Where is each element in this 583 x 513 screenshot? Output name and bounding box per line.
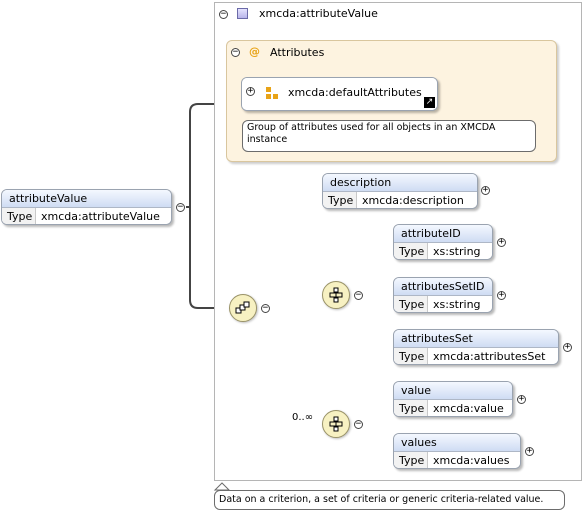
element-annotation: Data on a criterion, a set of criteria o… (214, 490, 565, 510)
attribute-group-annotation: Group of attributes used for all objects… (242, 120, 536, 152)
occurrence-label: 0..∞ (292, 412, 314, 423)
sequence-icon (329, 287, 343, 303)
sequence-icon (235, 301, 250, 314)
type-label: Type (394, 243, 428, 259)
type-value: xmcda:description (362, 194, 464, 207)
type-value: xmcda:attributeValue (41, 210, 160, 223)
child-element-node[interactable]: attributeID Type xs:string (393, 224, 493, 260)
child-element-name: attributeID (394, 225, 492, 243)
child-element-node[interactable]: attributesSetID Type xs:string (393, 277, 493, 313)
root-element-name: attributeValue (2, 190, 171, 208)
sequence-compositor[interactable] (322, 281, 350, 309)
child-element-name: attributesSet (394, 330, 558, 348)
type-value: xmcda:values (433, 454, 510, 467)
child-element-node[interactable]: value Type xmcda:value (393, 381, 513, 417)
expand-icon[interactable]: + (481, 186, 490, 195)
attribute-group-icon (266, 87, 280, 101)
expand-icon[interactable]: + (497, 238, 506, 247)
attribute-at-icon: @ (249, 45, 260, 58)
choice-icon (329, 416, 343, 432)
collapse-icon[interactable]: − (354, 291, 363, 300)
child-element-name: values (394, 434, 520, 452)
collapse-icon[interactable]: − (219, 10, 228, 19)
type-label: Type (394, 400, 428, 416)
type-value: xs:string (433, 298, 481, 311)
expand-icon[interactable]: + (517, 395, 526, 404)
child-element-name: value (394, 382, 512, 400)
collapse-icon[interactable]: − (231, 48, 240, 57)
type-label: Type (394, 296, 428, 312)
collapse-icon[interactable]: − (176, 203, 185, 212)
description-node[interactable]: description Type xmcda:description (322, 173, 478, 209)
expand-icon[interactable]: + (563, 343, 572, 352)
child-element-name: attributesSetID (394, 278, 492, 296)
attributes-title: Attributes (270, 46, 325, 59)
sequence-compositor[interactable] (229, 294, 257, 322)
type-label: Type (394, 348, 428, 364)
type-label: Type (394, 452, 428, 468)
link-arrow-icon[interactable]: ↗ (424, 97, 435, 108)
expand-icon[interactable]: + (525, 447, 534, 456)
choice-compositor[interactable] (322, 410, 350, 438)
root-element-node[interactable]: attributeValue Type xmcda:attributeValue (1, 189, 172, 225)
collapse-icon[interactable]: − (261, 304, 270, 313)
type-value: xmcda:attributesSet (433, 350, 546, 363)
child-element-node[interactable]: values Type xmcda:values (393, 433, 521, 469)
complex-type-icon (237, 8, 248, 19)
type-value: xmcda:value (433, 402, 504, 415)
child-element-node[interactable]: attributesSet Type xmcda:attributesSet (393, 329, 559, 365)
panel-title: xmcda:attributeValue (259, 7, 378, 20)
expand-icon[interactable]: + (246, 87, 255, 96)
type-value: xs:string (433, 245, 481, 258)
type-label: Type (2, 208, 36, 224)
type-label: Type (323, 192, 357, 208)
description-name: description (323, 174, 477, 192)
expand-icon[interactable]: + (497, 291, 506, 300)
collapse-icon[interactable]: − (354, 420, 363, 429)
